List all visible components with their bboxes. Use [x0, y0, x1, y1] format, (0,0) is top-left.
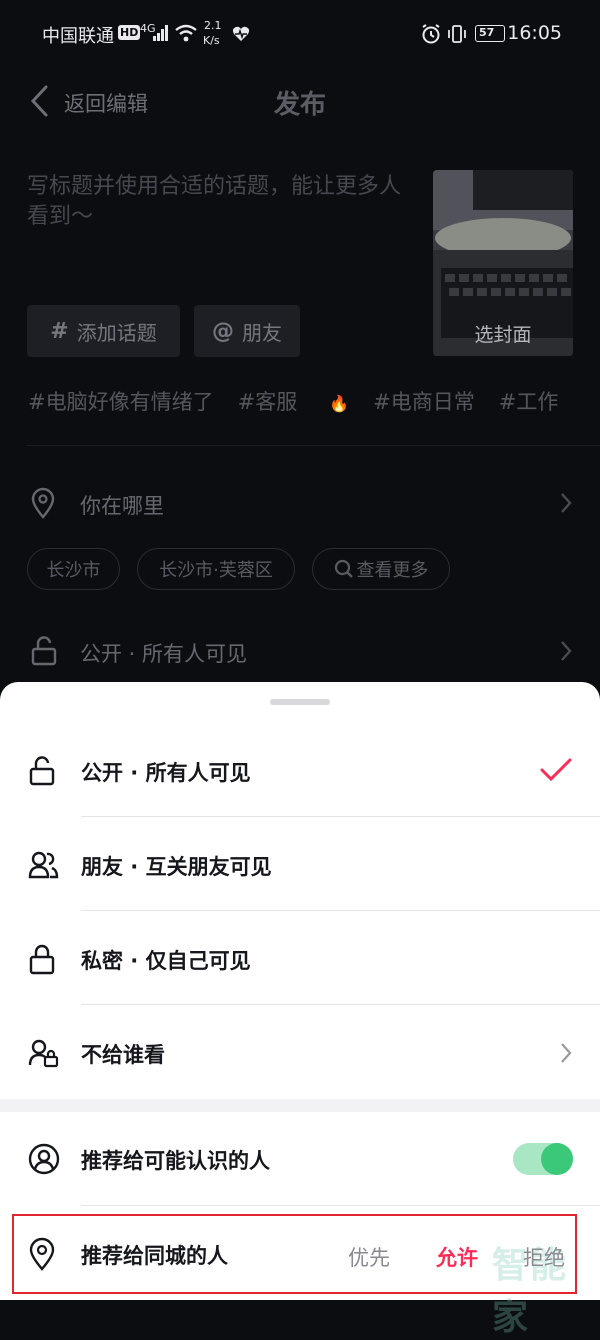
signal-icon [153, 25, 168, 41]
topic-suggestion[interactable]: #工作 [499, 390, 559, 414]
topic-suggestion[interactable]: #客服 [238, 390, 322, 414]
mention-friend-button[interactable]: @ 朋友 [194, 305, 300, 357]
unlock-icon [31, 636, 57, 666]
friends-icon [28, 851, 59, 879]
option-hide-from-label: 不给谁看 [81, 1043, 165, 1067]
topic-suggestions: #电脑好像有情绪了 #客服 🔥 #电商日常 #工作 [28, 386, 600, 416]
battery-icon: 57 [475, 25, 505, 42]
hd-badge: HD [118, 25, 141, 40]
privacy-row[interactable]: 公开 · 所有人可见 [80, 638, 247, 668]
choose-cover-label[interactable]: 选封面 [433, 320, 573, 347]
divider [27, 445, 600, 446]
location-suggestion[interactable]: 长沙市·芙蓉区 [137, 548, 295, 590]
lock-icon [29, 944, 55, 975]
vibrate-icon [448, 25, 466, 43]
fire-icon: 🔥 [329, 394, 350, 413]
net-speed: 2.1 [204, 19, 222, 32]
at-icon: @ [212, 318, 234, 344]
location-suggestion-label: 长沙市 [46, 560, 101, 581]
recommend-known-toggle[interactable] [513, 1143, 573, 1175]
page-title: 发布 [273, 90, 326, 120]
carrier-name: 中国联通 [42, 26, 114, 47]
title-input[interactable]: 写标题并使用合适的话题，能让更多人看到～ [27, 172, 417, 232]
clock: 16:05 [507, 22, 562, 44]
user-circle-icon [28, 1143, 60, 1175]
view-more-locations-button[interactable]: 查看更多 [312, 548, 450, 590]
alarm-icon [422, 24, 440, 44]
option-private-label: 私密 · 仅自己可见 [81, 949, 251, 973]
view-more-label: 查看更多 [356, 560, 429, 581]
unlock-icon [29, 756, 55, 786]
status-bar: 中国联通 HD 4G 2.1 K/s 57 16:05 [0, 0, 600, 70]
option-public-label: 公开 · 所有人可见 [81, 761, 251, 785]
topic-suggestion[interactable]: #电脑好像有情绪了 [28, 390, 214, 414]
toggle-knob [541, 1143, 573, 1175]
recommend-known-label: 推荐给可能认识的人 [81, 1149, 270, 1173]
chevron-right-icon [561, 493, 572, 513]
section-gap [0, 1099, 600, 1112]
search-icon [334, 559, 353, 578]
user-lock-icon [28, 1039, 59, 1068]
location-suggestion[interactable]: 长沙市 [27, 548, 120, 590]
divider [81, 1205, 600, 1206]
heart-rate-icon [232, 26, 250, 41]
add-topic-label: 添加话题 [76, 320, 157, 345]
sheet-drag-handle[interactable] [270, 699, 330, 705]
highlight-box [12, 1214, 577, 1294]
hashtag-icon: # [50, 318, 69, 344]
battery-level: 57 [479, 26, 495, 39]
location-row[interactable]: 你在哪里 [80, 490, 164, 520]
add-topic-button[interactable]: # 添加话题 [27, 305, 180, 357]
location-suggestion-label: 长沙市·芙蓉区 [159, 560, 273, 581]
checkmark-icon [540, 758, 572, 782]
option-friends-label: 朋友 · 互关朋友可见 [81, 855, 272, 879]
topic-suggestion[interactable]: #电商日常 [373, 390, 475, 414]
location-pin-icon [31, 487, 55, 519]
wifi-icon [175, 24, 197, 42]
chevron-right-icon [561, 1043, 572, 1063]
chevron-right-icon [561, 641, 572, 661]
mention-label: 朋友 [242, 320, 282, 345]
net-speed-unit: K/s [203, 34, 220, 47]
